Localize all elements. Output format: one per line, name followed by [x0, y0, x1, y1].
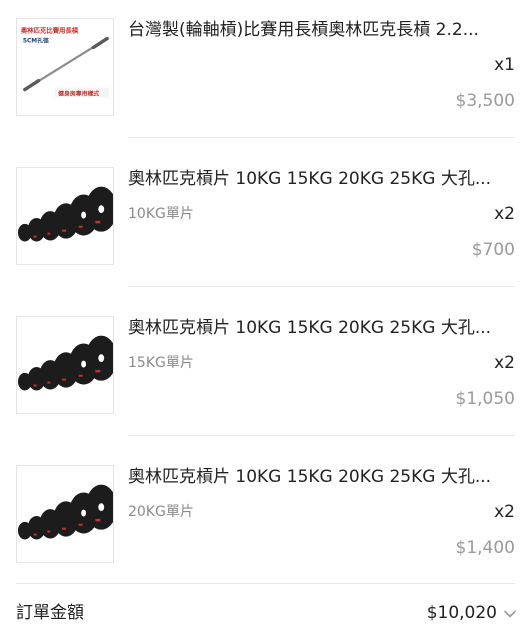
- product-price: $1,050: [455, 389, 515, 409]
- order-item[interactable]: 奧林匹克槓片 10KG 15KG 20KG 25KG 大孔... 10KG單片 …: [0, 143, 531, 285]
- product-thumbnail-plates[interactable]: [16, 465, 114, 563]
- product-thumbnail-plates[interactable]: [16, 316, 114, 414]
- barbell-bar-image: 奧林匹克比賽用長槓 5CM孔徑 健身房專用樣式: [17, 19, 113, 115]
- item-divider: [128, 137, 515, 138]
- weight-plates-image: [17, 466, 113, 562]
- product-quantity: x2: [494, 204, 515, 224]
- item-divider: [128, 435, 515, 436]
- product-title[interactable]: 奧林匹克槓片 10KG 15KG 20KG 25KG 大孔...: [128, 465, 514, 489]
- product-variant: 20KG單片: [128, 504, 194, 520]
- order-total-row[interactable]: 訂單金額 $10,020: [0, 597, 531, 631]
- product-title[interactable]: 台灣製(輪軸槓)比賽用長槓奧林匹克長槓 2.2...: [128, 18, 514, 42]
- product-price: $1,400: [455, 538, 515, 558]
- product-thumbnail-barbell[interactable]: 奧林匹克比賽用長槓 5CM孔徑 健身房專用樣式: [16, 18, 114, 116]
- order-item[interactable]: 奧林匹克槓片 10KG 15KG 20KG 25KG 大孔... 20KG單片 …: [0, 441, 531, 583]
- thumb-caption-bottom: 健身房專用樣式: [58, 89, 99, 97]
- order-item[interactable]: 奧林匹克比賽用長槓 5CM孔徑 健身房專用樣式 台灣製(輪軸槓)比賽用長槓奧林匹…: [0, 0, 531, 136]
- thumb-caption-mid: 5CM孔徑: [23, 37, 49, 45]
- product-thumbnail-plates[interactable]: [16, 167, 114, 265]
- order-total-label: 訂單金額: [16, 603, 84, 623]
- product-title[interactable]: 奧林匹克槓片 10KG 15KG 20KG 25KG 大孔...: [128, 167, 514, 191]
- item-divider: [128, 286, 515, 287]
- product-variant: 15KG單片: [128, 355, 194, 371]
- order-item-list: 奧林匹克比賽用長槓 5CM孔徑 健身房專用樣式 台灣製(輪軸槓)比賽用長槓奧林匹…: [0, 0, 531, 640]
- thumb-caption-top: 奧林匹克比賽用長槓: [21, 26, 79, 35]
- chevron-down-icon[interactable]: [503, 607, 517, 621]
- weight-plates-image: [17, 317, 113, 413]
- product-quantity: x2: [494, 502, 515, 522]
- order-item[interactable]: 奧林匹克槓片 10KG 15KG 20KG 25KG 大孔... 15KG單片 …: [0, 292, 531, 434]
- weight-plates-image: [17, 168, 113, 264]
- product-title[interactable]: 奧林匹克槓片 10KG 15KG 20KG 25KG 大孔...: [128, 316, 514, 340]
- product-price: $3,500: [455, 91, 515, 111]
- product-quantity: x2: [494, 353, 515, 373]
- product-quantity: x1: [494, 55, 515, 75]
- total-divider: [16, 583, 515, 584]
- product-variant: 10KG單片: [128, 206, 194, 222]
- order-total-value: $10,020: [426, 603, 497, 623]
- product-price: $700: [471, 240, 515, 260]
